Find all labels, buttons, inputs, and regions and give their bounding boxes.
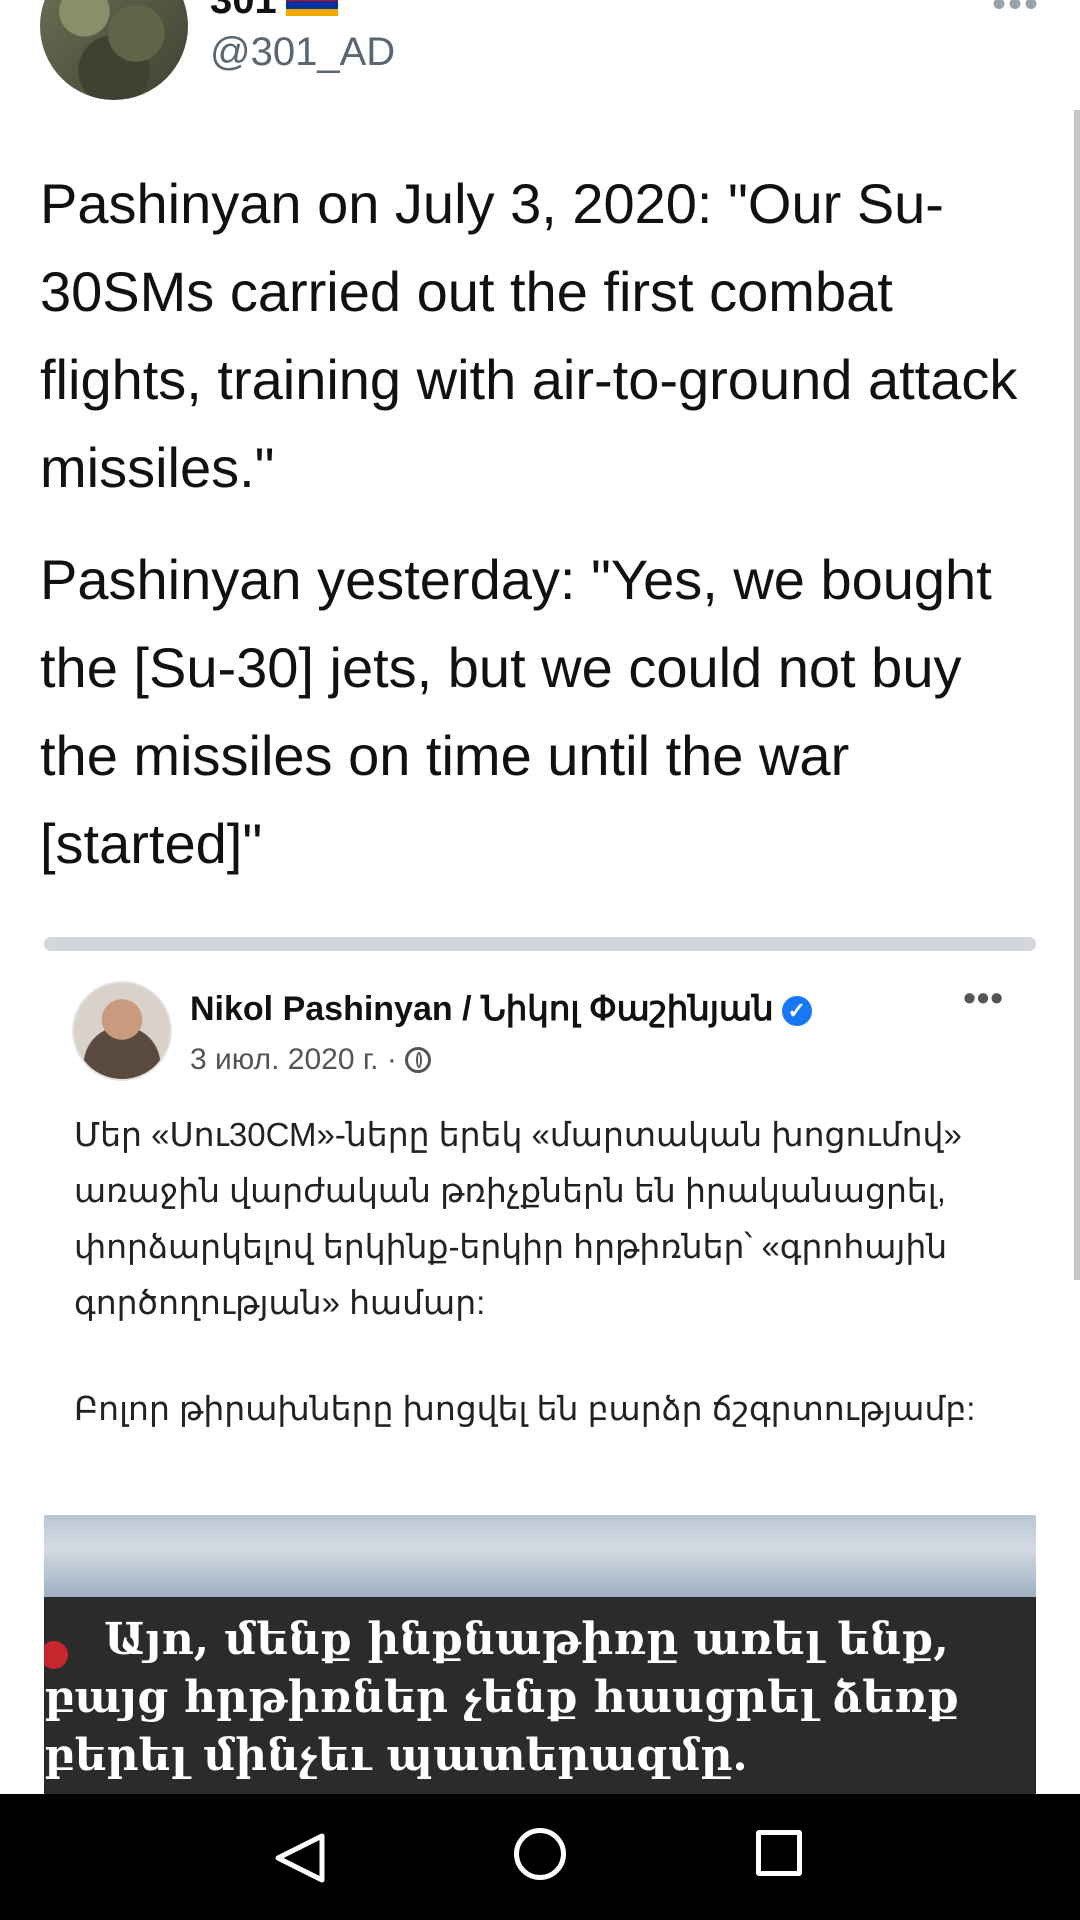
android-nav-bar [0, 1794, 1080, 1920]
caption-text: Այո, մենք ինքնաթիռը առել ենք, բայց հրթիռ… [44, 1611, 1024, 1785]
post-date: 3 июл. 2020 г. · [190, 1043, 431, 1077]
author-avatar [72, 981, 172, 1081]
armenia-flag-icon [82, 1453, 128, 1479]
tweet-body: Pashinyan on July 3, 2020: "Our Su-30SMs… [40, 160, 1050, 912]
user-avatar[interactable] [40, 0, 188, 100]
caption-line-3: բերել մինչեւ պատերազմը. [44, 1730, 748, 1781]
globe-icon [404, 1047, 431, 1073]
post-date-text: 3 июл. 2020 г. · [190, 1043, 397, 1076]
caption-line-1: Այո, մենք ինքնաթիռը առել ենք, [104, 1614, 949, 1665]
author-name-text: Nikol Pashinyan / Նիկոլ Փաշինյան [190, 990, 774, 1028]
post-paragraph-2: Բոլոր թիրախները խոցվել են բարձր ճշգրտութ… [74, 1381, 1004, 1493]
video-caption: Այո, մենք ինքնաթիռը առել ենք, բայց հրթիռ… [44, 1597, 1036, 1797]
square-recents-icon[interactable] [756, 1830, 802, 1876]
embedded-post-screenshot[interactable]: Nikol Pashinyan / Նիկոլ Փաշինյան ✓ 3 июл.… [44, 937, 1036, 1797]
display-name[interactable]: 301 [210, 0, 277, 23]
triangle-back-icon[interactable] [272, 1832, 328, 1884]
post-paragraph-2-text: Բոլոր թիրախները խոցվել են բարձր ճշգրտութ… [74, 1390, 976, 1427]
sky-image [44, 1515, 1036, 1597]
post-text: Մեր «Սու30СМ»-ները երեկ «մարտական խոցում… [74, 1107, 1004, 1543]
tweet-header: 301 @301_AD ••• [0, 0, 1080, 120]
ellipsis-icon: ••• [963, 977, 1004, 1018]
author-name: Nikol Pashinyan / Նիկոլ Փաշինյան ✓ [190, 989, 812, 1029]
circle-home-icon[interactable] [514, 1828, 566, 1880]
verified-badge-icon: ✓ [781, 996, 812, 1026]
scrollbar[interactable] [1074, 110, 1080, 1280]
post-paragraph-1: Մեր «Սու30СМ»-ները երեկ «մարտական խոցում… [74, 1116, 962, 1321]
ellipsis-icon[interactable]: ••• [992, 0, 1040, 27]
armenia-flag-icon [286, 0, 338, 16]
embed-border [44, 937, 1036, 951]
user-handle[interactable]: @301_AD [210, 30, 395, 75]
tweet-paragraph-1: Pashinyan on July 3, 2020: "Our Su-30SMs… [40, 172, 1018, 499]
caption-line-2: բայց հրթիռներ չենք հասցրել ձեռք [44, 1672, 960, 1723]
tweet-paragraph-2: Pashinyan yesterday: "Yes, we bought the… [40, 548, 992, 875]
